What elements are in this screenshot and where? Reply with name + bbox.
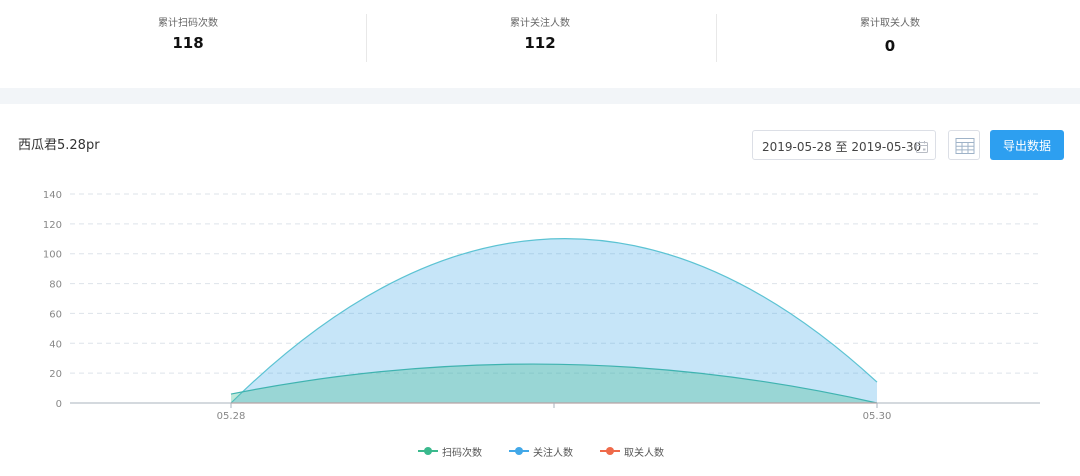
y-tick-label: 100 [43,250,62,261]
date-range-picker[interactable]: 2019-05-28 至 2019-05-30 [752,130,936,160]
trend-chart: 0 20 40 60 80 100 120 140 05.28 05.30 [43,190,1040,422]
calendar-icon [915,139,929,158]
stat-total-follows: 累计关注人数 112 [360,0,720,88]
y-tick-label: 140 [43,190,62,201]
section-separator [0,88,1080,104]
x-tick-label: 05.30 [863,411,892,422]
legend-marker-icon [509,447,529,455]
y-tick-label: 80 [49,280,62,291]
x-tick-label: 05.28 [217,411,246,422]
legend-marker-icon [418,447,438,455]
stat-value: 118 [172,34,204,52]
y-tick-label: 0 [56,399,62,410]
stats-bar: 累计扫码次数 118 累计关注人数 112 累计取关人数 0 [0,0,1080,88]
stat-total-scans: 累计扫码次数 118 [8,0,368,88]
stat-label: 累计取关人数 [860,18,920,29]
legend-label: 关注人数 [533,448,573,459]
date-range-text: 2019-05-28 至 2019-05-30 [762,140,922,154]
stat-label: 累计扫码次数 [158,18,218,29]
table-icon [955,138,975,154]
legend-label: 扫码次数 [442,448,482,459]
export-data-button[interactable]: 导出数据 [990,130,1064,160]
y-tick-label: 120 [43,220,62,231]
stat-value: 0 [884,37,896,55]
stat-label: 累计关注人数 [510,18,570,29]
table-view-button[interactable] [948,130,980,160]
stat-total-unfollows: 累计取关人数 0 [710,0,1070,88]
legend-label: 取关人数 [624,448,664,459]
y-tick-label: 20 [49,369,62,380]
y-tick-label: 40 [49,339,62,350]
legend-marker-icon [600,447,620,455]
y-tick-label: 60 [49,309,62,320]
panel-title: 西瓜君5.28pr [18,138,100,153]
stat-value: 112 [524,34,556,52]
